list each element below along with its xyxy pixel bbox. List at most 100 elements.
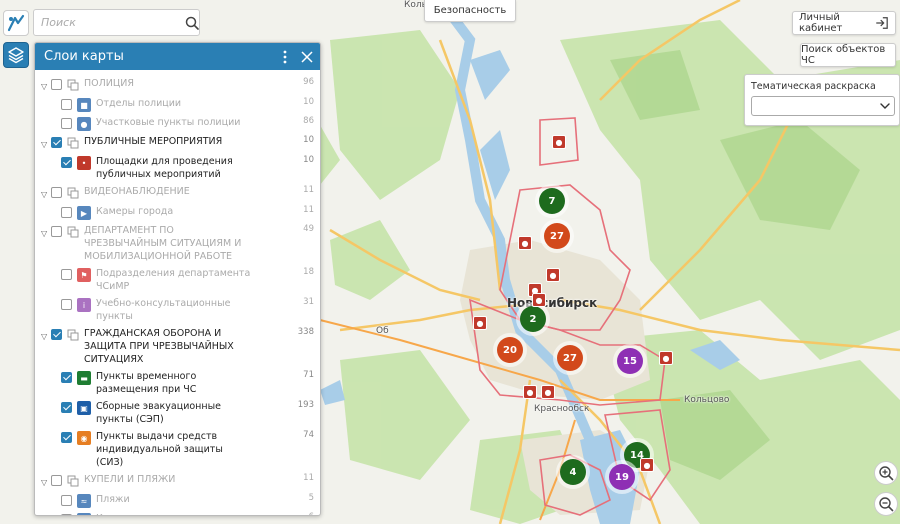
layer-item-count: 86 (303, 116, 314, 126)
event-venue-marker[interactable]: ● (532, 293, 546, 307)
layer-group-checkbox[interactable] (51, 329, 62, 340)
map-cluster[interactable]: 7 (539, 188, 565, 214)
layer-item-count: 18 (303, 267, 314, 277)
layer-group-count: 338 (297, 327, 314, 337)
event-venue-marker[interactable]: ● (552, 135, 566, 149)
layers-icon (8, 47, 24, 64)
layer-item-checkbox[interactable] (61, 207, 72, 218)
layer-item-count: 71 (303, 370, 314, 380)
chevron-down-icon (880, 103, 890, 109)
map-cluster[interactable]: 2 (520, 306, 546, 332)
layer-group-checkbox[interactable] (51, 475, 62, 486)
layer-item-label: Участковые пункты полиции (96, 117, 241, 128)
app-logo-button[interactable] (3, 10, 29, 36)
layer-item-checkbox[interactable] (61, 432, 72, 443)
panel-menu-button[interactable] (276, 47, 294, 67)
personal-cabinet-button[interactable]: Личный кабинет (792, 11, 896, 35)
map-cluster[interactable]: 19 (609, 464, 635, 490)
thematic-coloring-select[interactable] (751, 96, 895, 116)
layer-item-count: 74 (303, 430, 314, 440)
layer-item-checkbox[interactable] (61, 118, 72, 129)
layer-item-checkbox[interactable] (61, 372, 72, 383)
layer-item: ▣ Сборные эвакуационные пункты (СЭП) 193 (35, 396, 320, 426)
bed-icon: ▬ (77, 371, 91, 385)
expand-toggle-icon[interactable]: ▽ (41, 188, 51, 201)
layer-item-label: Отделы полиции (96, 98, 182, 109)
flag-icon: ⚑ (77, 268, 91, 282)
camera-icon: ▶ (77, 206, 91, 220)
layer-group: ▽ ГРАЖДАНСКАЯ ОБОРОНА И ЗАЩИТА ПРИ ЧРЕЗВЫ… (35, 323, 320, 366)
layer-item: ▶ Камеры города 11 (35, 201, 320, 220)
event-venue-marker[interactable]: ● (640, 458, 654, 472)
expand-toggle-icon[interactable]: ▽ (41, 476, 51, 489)
thematic-coloring-label: Тематическая раскраска (751, 81, 876, 92)
layer-item-label: Пляжи (96, 494, 130, 505)
layer-group-checkbox[interactable] (51, 187, 62, 198)
layer-item: ≈ Пляжи 5 (35, 489, 320, 508)
event-venue-marker[interactable]: ● (659, 351, 673, 365)
zoom-in-button[interactable] (874, 461, 898, 485)
layer-group-checkbox[interactable] (51, 137, 62, 148)
panel-close-button[interactable] (298, 47, 316, 67)
layer-group-icon (67, 226, 79, 238)
layer-group-label: ПУБЛИЧНЫЕ МЕРОПРИЯТИЯ (84, 136, 223, 147)
layer-item: ● Участковые пункты полиции 86 (35, 112, 320, 131)
bus-icon: ▣ (77, 401, 91, 415)
layers-panel-title: Слои карты (44, 49, 124, 64)
layer-item-checkbox[interactable] (61, 402, 72, 413)
search-box (33, 9, 200, 36)
layer-item-checkbox[interactable] (61, 514, 72, 515)
thematic-coloring-panel: Тематическая раскраска (744, 74, 900, 126)
expand-toggle-icon[interactable]: ▽ (41, 227, 51, 240)
close-icon (301, 50, 313, 63)
layer-item-label: Купели (96, 512, 251, 515)
beach-icon: ≈ (77, 494, 91, 508)
map-cluster[interactable]: 20 (497, 337, 523, 363)
event-venue-marker[interactable]: ● (473, 316, 487, 330)
search-input[interactable] (34, 10, 184, 35)
people-icon: • (77, 156, 91, 170)
layer-group-label: ВИДЕОНАБЛЮДЕНИЕ (84, 186, 190, 197)
layer-group-icon (67, 79, 79, 91)
expand-toggle-icon[interactable]: ▽ (41, 330, 51, 343)
layer-item-checkbox[interactable] (61, 157, 72, 168)
gas-mask-icon: ◉ (77, 431, 91, 445)
layer-item-label: Подразделения департамента ЧСиМР (96, 268, 251, 292)
layer-item-checkbox[interactable] (61, 495, 72, 506)
event-venue-marker[interactable]: ● (546, 268, 560, 282)
layer-group-count: 96 (303, 77, 314, 87)
map-cluster[interactable]: 27 (544, 223, 570, 249)
map-cluster[interactable]: 4 (560, 459, 586, 485)
layer-item-label: Площадки для проведения публичных меропр… (96, 156, 233, 180)
search-emergency-objects-button[interactable]: Поиск объектов ЧС (800, 43, 896, 67)
map-cluster[interactable]: 15 (617, 348, 643, 374)
expand-toggle-icon[interactable]: ▽ (41, 80, 51, 93)
place-label-krasnoobsk: Краснообск (534, 404, 590, 414)
layer-item-checkbox[interactable] (61, 299, 72, 310)
layer-group-checkbox[interactable] (51, 226, 62, 237)
layer-item-label: Учебно-консультационные пункты (96, 298, 231, 322)
layer-item-count: 10 (303, 97, 314, 107)
search-button[interactable] (184, 11, 199, 35)
layer-group: ▽ КУПЕЛИ и ПЛЯЖИ 11 (35, 469, 320, 489)
layer-item: ≈ Купели 6 (35, 508, 320, 515)
layer-item: ◉ Пункты выдачи средств индивидуальной за… (35, 426, 320, 469)
security-button[interactable]: Безопасность (424, 0, 516, 22)
event-venue-marker[interactable]: ● (523, 385, 537, 399)
search-icon (185, 16, 199, 30)
layer-group-checkbox[interactable] (51, 79, 62, 90)
event-venue-marker[interactable]: ● (518, 236, 532, 250)
layer-item-checkbox[interactable] (61, 99, 72, 110)
layer-item-label: Камеры города (96, 206, 174, 217)
map-cluster[interactable]: 27 (557, 345, 583, 371)
expand-toggle-icon[interactable]: ▽ (41, 138, 51, 151)
layer-item-count: 11 (303, 205, 314, 215)
layers-toggle-button[interactable] (3, 42, 29, 68)
layer-group-label: ПОЛИЦИЯ (84, 78, 134, 89)
zoom-out-button[interactable] (874, 492, 898, 516)
layer-group-label: ГРАЖДАНСКАЯ ОБОРОНА И ЗАЩИТА ПРИ ЧРЕЗВЫЧ… (84, 328, 234, 365)
layer-item-checkbox[interactable] (61, 269, 72, 280)
pool-icon: ≈ (77, 513, 91, 515)
layer-list: ▽ ПОЛИЦИЯ 96 ■ Отделы полиции 10 ● Участковые п… (35, 70, 320, 515)
event-venue-marker[interactable]: ● (541, 385, 555, 399)
